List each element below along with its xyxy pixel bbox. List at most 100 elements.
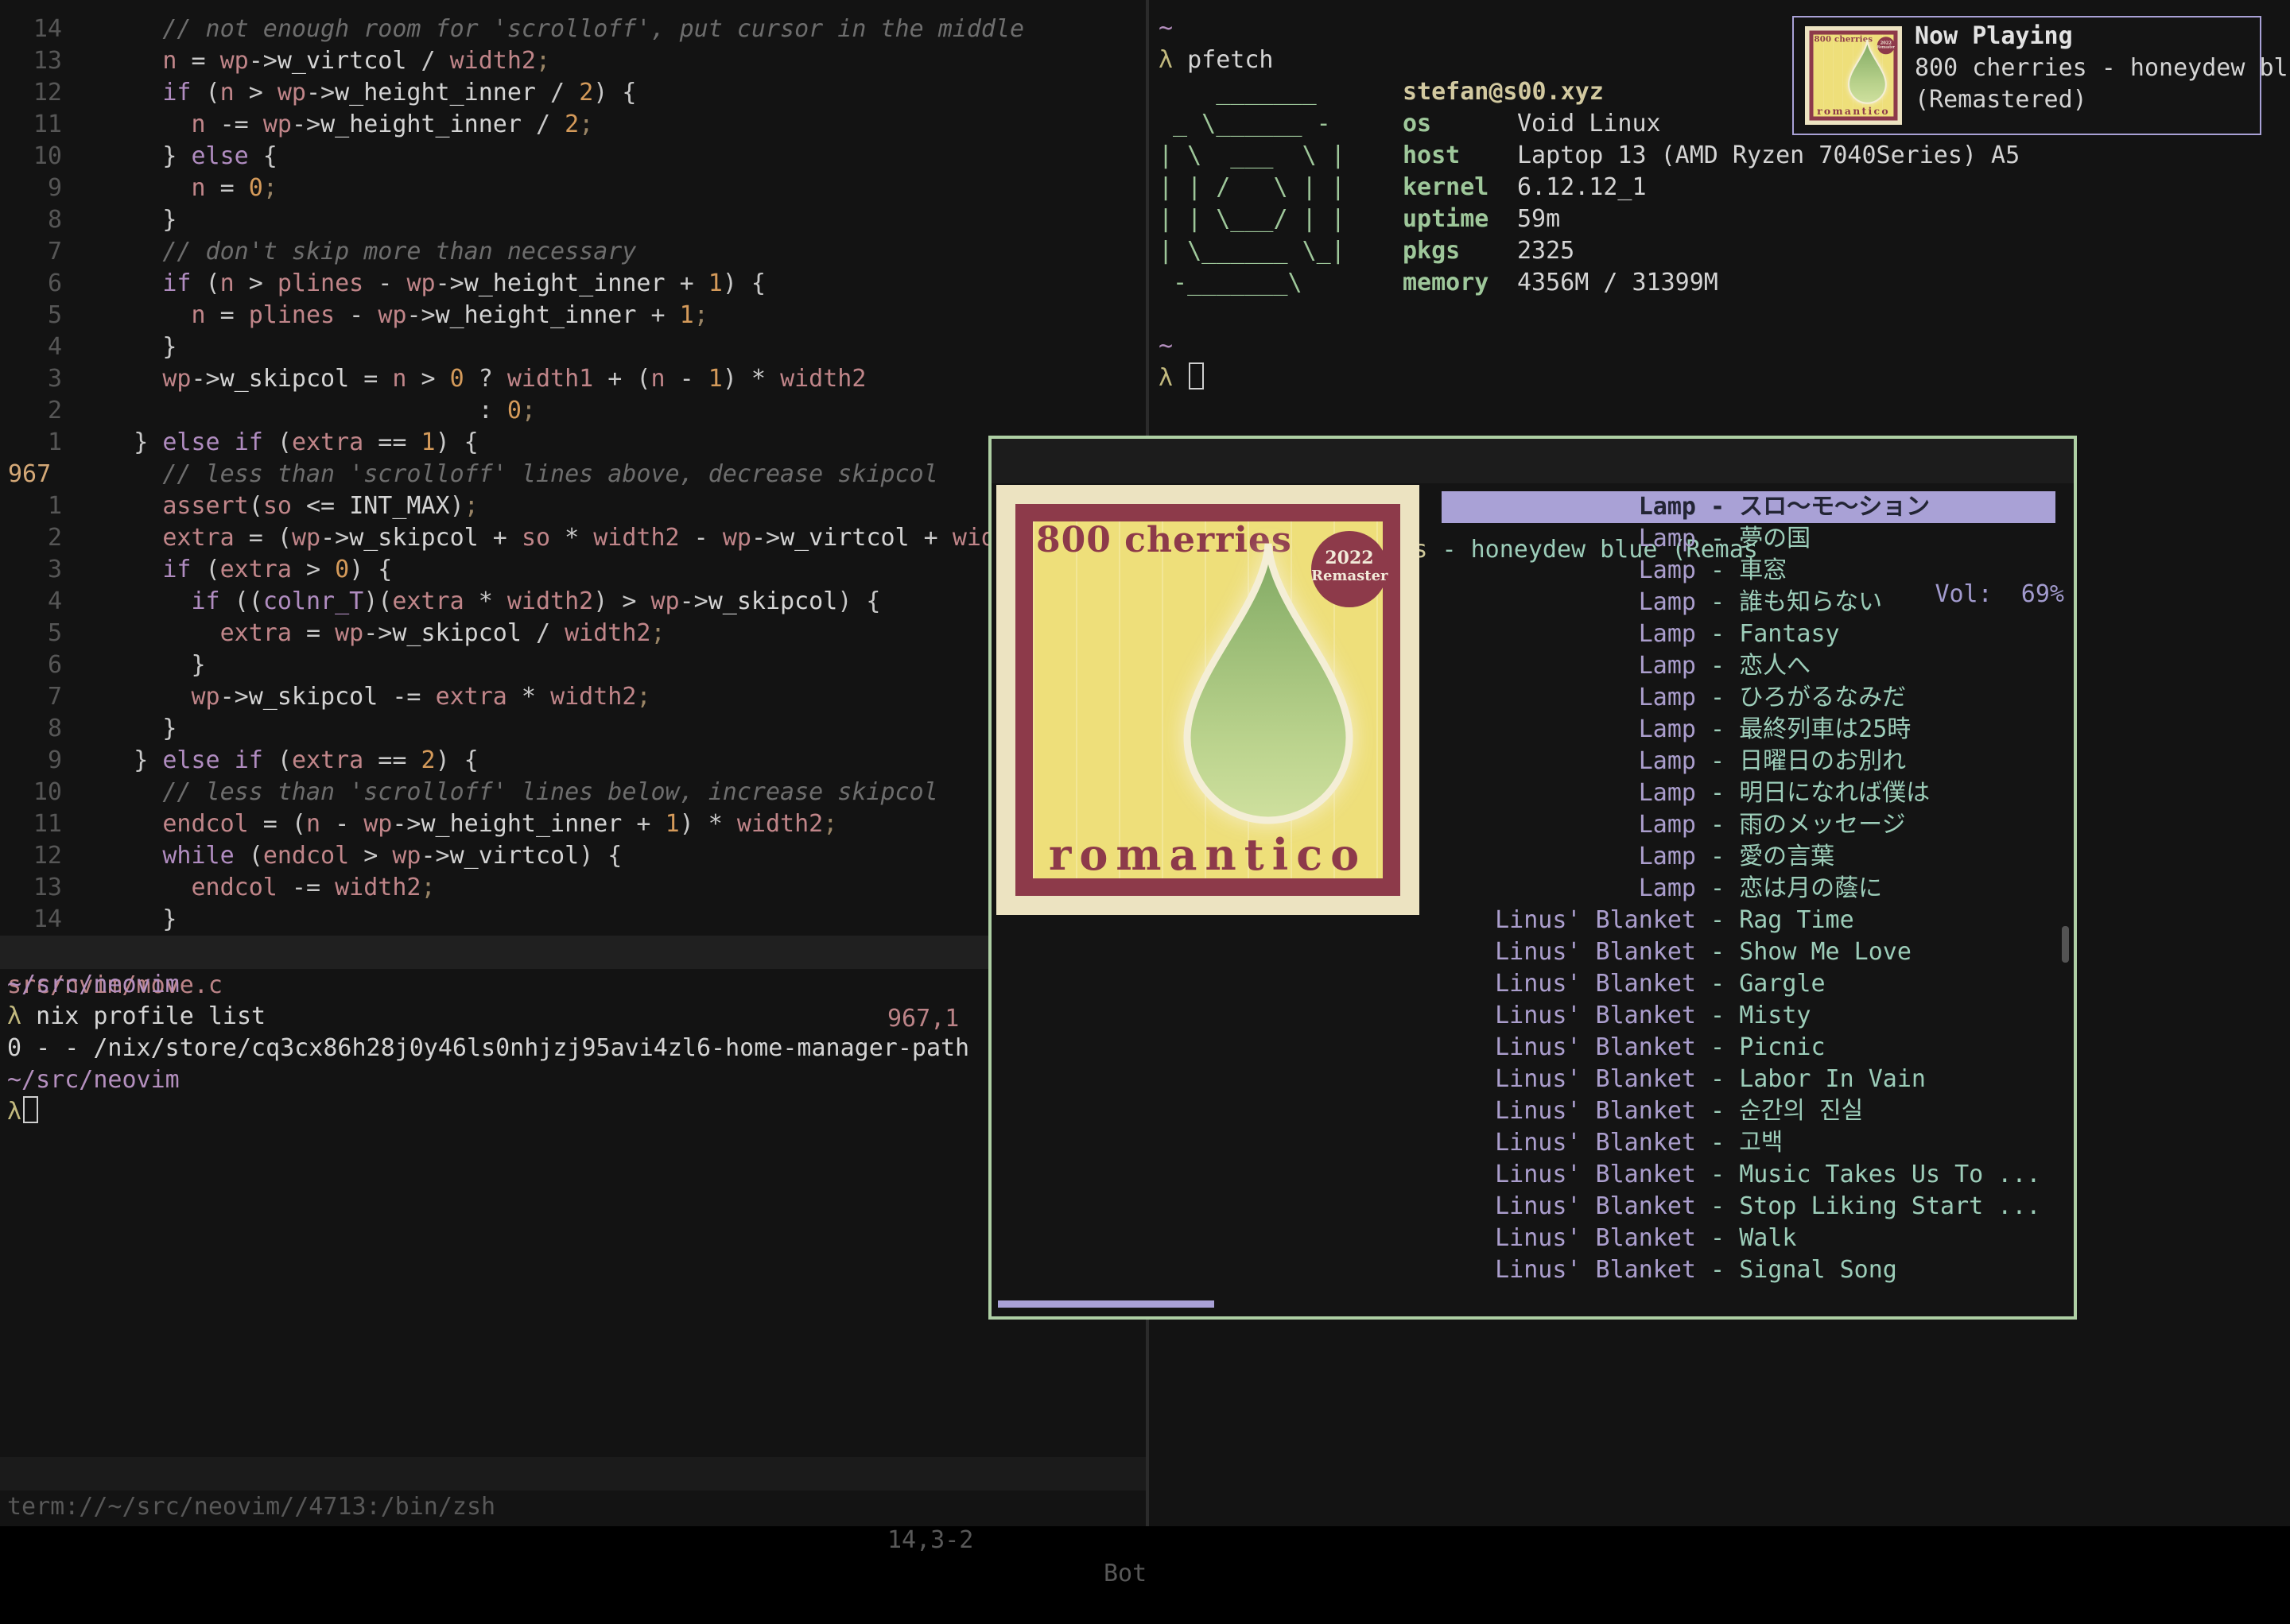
line-number: 3 [0, 554, 76, 586]
line-number: 5 [0, 300, 76, 331]
playlist-row[interactable]: Linus' Blanket - Gargle [1442, 968, 2055, 1000]
line-number: 10 [0, 777, 76, 808]
terminal-line: ~ [1159, 331, 2290, 362]
playlist-row[interactable]: Lamp - ひろがるなみだ [1442, 682, 2055, 714]
line-number: 13 [0, 45, 76, 77]
playlist-row[interactable]: Lamp - 恋人へ [1442, 650, 2055, 682]
terminal-line: λ nix profile list [7, 1001, 969, 1033]
code-text: } else if (extra == 2) { [76, 746, 479, 774]
playlist-row[interactable]: Lamp - 恋は月の蔭に [1442, 873, 2055, 905]
playlist-separator: - [1696, 936, 1739, 968]
playlist-row[interactable]: Lamp - 夢の国 [1442, 523, 2055, 555]
code-line: 13 n = wp->w_virtcol / width2; [0, 45, 1111, 77]
code-text: // don't skip more than necessary [76, 238, 636, 265]
album-title-text: romantico [1033, 839, 1383, 870]
code-line: 10 } else { [0, 141, 1111, 172]
playlist-row[interactable]: Linus' Blanket - Show Me Love [1442, 936, 2055, 968]
code-text: extra = (wp->w_skipcol + so * width2 - w… [76, 524, 1111, 552]
playlist-artist: Linus' Blanket [1442, 905, 1696, 936]
playlist-separator: - [1696, 555, 1739, 587]
playlist-row[interactable]: Lamp - スロ〜モ〜ション [1442, 491, 2055, 523]
pfetch-logo: -_______\ [1159, 267, 1403, 299]
code-line: 11 n -= wp->w_height_inner / 2; [0, 109, 1111, 141]
terminal-line: ~/src/neovim [7, 1064, 969, 1096]
album-art-image: 800 cherries2022Remasterromantico [1805, 26, 1902, 125]
playlist-row[interactable]: Lamp - 愛の言葉 [1442, 841, 2055, 873]
music-player-window[interactable]: [Playing] herries - honeydew blue (Remas… [988, 436, 2077, 1320]
code-line: 13 endcol -= width2; [0, 872, 1111, 904]
pfetch-line: | \ ___ \ |hostLaptop 13 (AMD Ryzen 7040… [1159, 140, 2290, 172]
line-number: 8 [0, 713, 76, 745]
pfetch-username: stefan@s00.xyz [1403, 76, 1604, 108]
playlist-artist: Lamp [1442, 618, 1696, 650]
code-line: 1 assert(so <= INT_MAX); [0, 490, 1111, 522]
line-number: 14 [0, 904, 76, 936]
line-number: 4 [0, 331, 76, 363]
terminal-scroll-position: Bot [1104, 1557, 1147, 1591]
playlist-song-title: Gargle [1739, 968, 1825, 1000]
code-line: 3 if (extra > 0) { [0, 554, 1111, 586]
now-playing-notification[interactable]: 800 cherries2022Remasterromantico Now Pl… [1792, 16, 2261, 135]
code-text: } [76, 206, 177, 234]
playlist-artist: Linus' Blanket [1442, 1191, 1696, 1223]
playlist-row[interactable]: Linus' Blanket - Signal Song [1442, 1254, 2055, 1286]
pfetch-logo: | | / \ | | [1159, 172, 1403, 203]
pfetch-value: Void Linux [1517, 108, 1661, 140]
playlist-row[interactable]: Linus' Blanket - Labor In Vain [1442, 1064, 2055, 1095]
terminal-line: 0 - - /nix/store/cq3cx86h28j0y46ls0nhjzj… [7, 1033, 969, 1064]
playlist-artist: Linus' Blanket [1442, 936, 1696, 968]
playlist-row[interactable]: Linus' Blanket - Walk [1442, 1223, 2055, 1254]
playlist-separator: - [1696, 1159, 1739, 1191]
embedded-terminal[interactable]: ~/src/neovim λ nix profile list0 - - /nix… [7, 969, 969, 1128]
line-number: 10 [0, 141, 76, 172]
playlist-song-title: Fantasy [1739, 618, 1839, 650]
line-number: 7 [0, 681, 76, 713]
playlist-artist: Linus' Blanket [1442, 1064, 1696, 1095]
playlist-row[interactable]: Linus' Blanket - Stop Liking Start ... [1442, 1191, 2055, 1223]
notification-track-suffix: (Remastered) [1915, 84, 2290, 116]
playlist-row[interactable]: Linus' Blanket - Rag Time [1442, 905, 2055, 936]
playlist-row[interactable]: Lamp - 雨のメッセージ [1442, 809, 2055, 841]
code-text: n = wp->w_virtcol / width2; [76, 47, 550, 75]
code-editor[interactable]: 14 // not enough room for 'scrolloff', p… [0, 14, 1111, 936]
playlist[interactable]: Lamp - スロ〜モ〜ションLamp - 夢の国Lamp - 車窓Lamp -… [1442, 491, 2055, 1286]
playlist-row[interactable]: Linus' Blanket - Music Takes Us To ... [1442, 1159, 2055, 1191]
notification-title: Now Playing [1915, 21, 2290, 52]
playlist-artist: Lamp [1442, 714, 1696, 746]
playlist-separator: - [1696, 777, 1739, 809]
terminal-cursor [1189, 362, 1204, 390]
playlist-separator: - [1696, 1095, 1739, 1127]
playlist-separator: - [1696, 650, 1739, 682]
playlist-song-title: Walk [1739, 1223, 1796, 1254]
playlist-row[interactable]: Lamp - 明日になれば僕は [1442, 777, 2055, 809]
terminal-line: λ [1159, 362, 2290, 394]
playlist-row[interactable]: Lamp - 最終列車は25時 [1442, 714, 2055, 746]
playlist-row[interactable]: Linus' Blanket - 고백 [1442, 1127, 2055, 1159]
pfetch-line: -_______\memory4356M / 31399M [1159, 267, 2290, 299]
code-line: 7 // don't skip more than necessary [0, 236, 1111, 268]
playlist-row[interactable]: Lamp - 誰も知らない [1442, 587, 2055, 618]
line-number: 1 [0, 490, 76, 522]
playlist-artist: Lamp [1442, 777, 1696, 809]
playlist-row[interactable]: Lamp - Fantasy [1442, 618, 2055, 650]
code-text: // less than 'scrolloff' lines below, in… [76, 778, 938, 806]
playlist-row[interactable]: Linus' Blanket - Picnic [1442, 1032, 2055, 1064]
playlist-row[interactable]: Lamp - 日曜日のお別れ [1442, 746, 2055, 777]
playlist-scrollbar-thumb[interactable] [2062, 926, 2069, 963]
playlist-artist: Lamp [1442, 746, 1696, 777]
code-text: while (endcol > wp->w_virtcol) { [76, 842, 622, 870]
line-number: 3 [0, 363, 76, 395]
line-number: 4 [0, 586, 76, 618]
code-text: assert(so <= INT_MAX); [76, 492, 479, 520]
playlist-row[interactable]: Linus' Blanket - 순간의 진실 [1442, 1095, 2055, 1127]
album-art-panel: 800 cherries2022Remasterromantico [1033, 521, 1383, 878]
line-number: 14 [0, 14, 76, 45]
playlist-song-title: 明日になれば僕は [1739, 777, 1930, 809]
pfetch-line: | \______ \_|pkgs2325 [1159, 235, 2290, 267]
neovim-terminal-window[interactable]: 14 // not enough room for 'scrolloff', p… [0, 0, 1146, 1526]
progress-bar[interactable] [998, 1300, 1214, 1308]
playlist-separator: - [1696, 1032, 1739, 1064]
playlist-row[interactable]: Lamp - 車窓 [1442, 555, 2055, 587]
line-number: 6 [0, 649, 76, 681]
playlist-row[interactable]: Linus' Blanket - Misty [1442, 1000, 2055, 1032]
